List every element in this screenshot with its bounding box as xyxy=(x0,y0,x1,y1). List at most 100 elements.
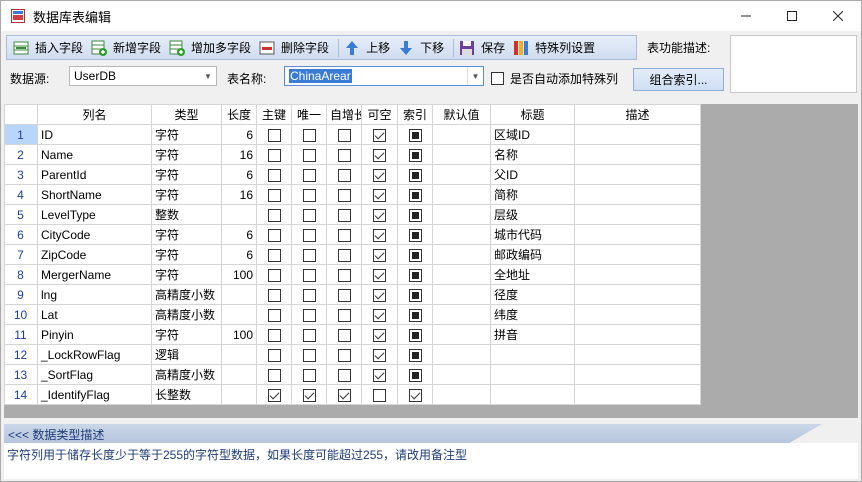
index-checkbox[interactable] xyxy=(408,228,422,242)
delete-field-button[interactable]: 删除字段 xyxy=(257,37,333,58)
column-header[interactable]: 索引 xyxy=(397,104,433,125)
primary-key-checkbox[interactable] xyxy=(267,348,281,362)
row-header[interactable]: 4 xyxy=(4,184,38,205)
nullable-checkbox[interactable] xyxy=(373,328,386,342)
length-cell[interactable]: 6 xyxy=(221,224,257,245)
default-value-cell[interactable] xyxy=(432,144,491,165)
row-header[interactable]: 7 xyxy=(4,244,38,265)
unique-checkbox[interactable] xyxy=(302,248,316,262)
description-cell[interactable] xyxy=(574,244,701,265)
unique-checkbox[interactable] xyxy=(302,268,316,282)
table-row[interactable]: 1 ID 字符 6 区域ID xyxy=(4,124,701,145)
index-checkbox[interactable] xyxy=(408,188,422,202)
auto-increment-checkbox[interactable] xyxy=(337,348,351,362)
table-row[interactable]: 9 lng 高精度小数 径度 xyxy=(4,284,701,305)
nullable-checkbox[interactable] xyxy=(373,148,386,162)
unique-checkbox[interactable] xyxy=(302,328,316,342)
type-cell[interactable]: 字符 xyxy=(151,124,222,145)
length-cell[interactable] xyxy=(221,284,257,305)
row-header[interactable]: 14 xyxy=(4,384,38,405)
index-checkbox[interactable] xyxy=(408,168,422,182)
primary-key-checkbox[interactable] xyxy=(267,268,281,282)
title-cell[interactable] xyxy=(490,384,575,405)
length-cell[interactable]: 6 xyxy=(221,124,257,145)
index-checkbox[interactable] xyxy=(408,308,422,322)
splitter[interactable] xyxy=(4,419,858,423)
index-checkbox[interactable] xyxy=(408,128,422,142)
table-row[interactable]: 5 LevelType 整数 层级 xyxy=(4,204,701,225)
nullable-checkbox[interactable] xyxy=(373,268,386,282)
primary-key-checkbox[interactable] xyxy=(267,208,281,222)
default-value-cell[interactable] xyxy=(432,244,491,265)
length-cell[interactable]: 6 xyxy=(221,164,257,185)
type-cell[interactable]: 高精度小数 xyxy=(151,364,222,385)
table-row[interactable]: 2 Name 字符 16 名称 xyxy=(4,144,701,165)
type-cell[interactable]: 逻辑 xyxy=(151,344,222,365)
default-value-cell[interactable] xyxy=(432,184,491,205)
type-description-header[interactable]: <<< 数据类型描述 xyxy=(4,424,858,443)
row-header[interactable]: 6 xyxy=(4,224,38,245)
unique-checkbox[interactable] xyxy=(302,128,316,142)
length-cell[interactable] xyxy=(221,344,257,365)
primary-key-checkbox[interactable] xyxy=(267,368,281,382)
type-cell[interactable]: 字符 xyxy=(151,264,222,285)
primary-key-checkbox[interactable] xyxy=(267,228,281,242)
description-cell[interactable] xyxy=(574,284,701,305)
title-cell[interactable]: 名称 xyxy=(490,144,575,165)
default-value-cell[interactable] xyxy=(432,344,491,365)
column-name-cell[interactable]: ZipCode xyxy=(37,244,152,265)
maximize-button[interactable] xyxy=(769,1,815,31)
column-name-cell[interactable]: Pinyin xyxy=(37,324,152,345)
description-cell[interactable] xyxy=(574,204,701,225)
primary-key-checkbox[interactable] xyxy=(267,308,281,322)
title-cell[interactable] xyxy=(490,344,575,365)
table-row[interactable]: 10 Lat 高精度小数 纬度 xyxy=(4,304,701,325)
type-cell[interactable]: 整数 xyxy=(151,204,222,225)
title-cell[interactable]: 简称 xyxy=(490,184,575,205)
length-cell[interactable] xyxy=(221,364,257,385)
column-name-cell[interactable]: ParentId xyxy=(37,164,152,185)
close-button[interactable] xyxy=(815,1,861,31)
nullable-checkbox[interactable] xyxy=(373,308,386,322)
default-value-cell[interactable] xyxy=(432,324,491,345)
row-header[interactable]: 12 xyxy=(4,344,38,365)
column-name-cell[interactable]: MergerName xyxy=(37,264,152,285)
primary-key-checkbox[interactable] xyxy=(267,148,281,162)
description-cell[interactable] xyxy=(574,184,701,205)
default-value-cell[interactable] xyxy=(432,124,491,145)
unique-checkbox[interactable] xyxy=(302,168,316,182)
default-value-cell[interactable] xyxy=(432,284,491,305)
move-up-button[interactable]: 上移 xyxy=(342,37,394,58)
table-row[interactable]: 14 _IdentifyFlag 长整数 xyxy=(4,384,701,405)
nullable-checkbox[interactable] xyxy=(373,168,386,182)
column-name-cell[interactable]: Lat xyxy=(37,304,152,325)
primary-key-checkbox[interactable] xyxy=(267,288,281,302)
index-checkbox[interactable] xyxy=(408,368,422,382)
checkbox-box[interactable] xyxy=(491,72,504,85)
column-name-cell[interactable]: ID xyxy=(37,124,152,145)
index-checkbox[interactable] xyxy=(408,348,422,362)
primary-key-checkbox[interactable] xyxy=(267,168,281,182)
index-checkbox[interactable] xyxy=(408,388,422,402)
default-value-cell[interactable] xyxy=(432,164,491,185)
type-cell[interactable]: 字符 xyxy=(151,224,222,245)
unique-checkbox[interactable] xyxy=(302,368,316,382)
description-cell[interactable] xyxy=(574,164,701,185)
row-header[interactable]: 5 xyxy=(4,204,38,225)
title-cell[interactable]: 拼音 xyxy=(490,324,575,345)
default-value-cell[interactable] xyxy=(432,264,491,285)
type-cell[interactable]: 高精度小数 xyxy=(151,284,222,305)
unique-checkbox[interactable] xyxy=(302,228,316,242)
description-cell[interactable] xyxy=(574,344,701,365)
title-cell[interactable]: 层级 xyxy=(490,204,575,225)
chevron-down-icon[interactable]: ▼ xyxy=(467,67,483,85)
auto-increment-checkbox[interactable] xyxy=(337,168,351,182)
index-checkbox[interactable] xyxy=(408,208,422,222)
default-value-cell[interactable] xyxy=(432,364,491,385)
title-cell[interactable]: 纬度 xyxy=(490,304,575,325)
row-header[interactable]: 8 xyxy=(4,264,38,285)
description-cell[interactable] xyxy=(574,384,701,405)
row-header[interactable]: 3 xyxy=(4,164,38,185)
auto-special-columns-checkbox[interactable]: 是否自动添加特殊列 xyxy=(491,70,618,87)
unique-checkbox[interactable] xyxy=(302,288,316,302)
